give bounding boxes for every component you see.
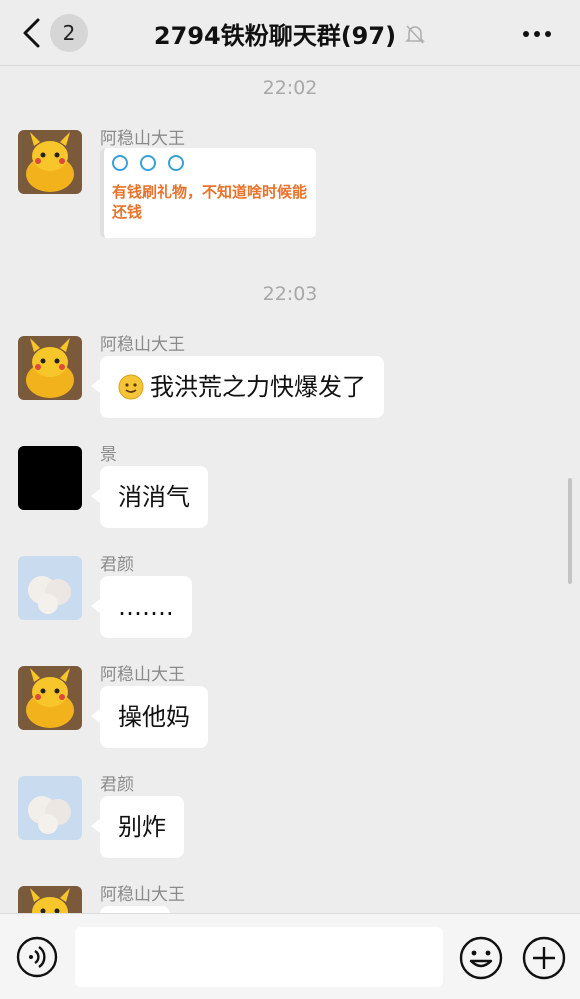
message-item: 阿稳山大王 有钱刷礼物，不知道啥时候能还钱 xyxy=(18,129,558,250)
avatar[interactable] xyxy=(18,666,82,730)
sender-name: 阿稳山大王 xyxy=(100,129,185,149)
sender-name: 景 xyxy=(100,445,117,465)
gift-icon xyxy=(168,155,184,171)
page-title: 2794铁粉聊天群(97) xyxy=(153,22,397,50)
input-bar xyxy=(0,913,580,999)
voice-icon[interactable] xyxy=(16,936,58,978)
avatar[interactable] xyxy=(18,130,82,194)
message-text: 操他妈 xyxy=(118,703,190,731)
sender-name: 阿稳山大王 xyxy=(100,335,185,355)
message-bubble[interactable]: 别炸 xyxy=(91,796,184,858)
chat-area[interactable]: 22:02 阿稳山大王 有钱刷礼物，不知道啥时候能还钱 22:03 阿稳山大王 … xyxy=(0,67,580,913)
message-bubble[interactable]: ……. xyxy=(91,576,192,638)
timestamp: 22:03 xyxy=(262,283,318,305)
avatar[interactable] xyxy=(18,556,82,620)
smile-emoji-icon xyxy=(118,374,144,400)
message-item: 阿稳山大王 我洪荒之力快爆发了 xyxy=(18,335,558,426)
smile-icon xyxy=(140,155,156,171)
message-bubble[interactable] xyxy=(100,906,170,913)
message-text: 我洪荒之力快爆发了 xyxy=(150,373,366,401)
message-text: 消消气 xyxy=(118,483,190,511)
more-dots-icon[interactable] xyxy=(522,30,552,38)
message-item: 君颜 别炸 xyxy=(18,775,558,866)
sender-name: 阿稳山大王 xyxy=(100,885,185,905)
message-item: 阿稳山大王 xyxy=(18,885,558,913)
sender-name: 君颜 xyxy=(100,775,134,795)
message-text: 别炸 xyxy=(118,813,166,841)
page-title-wrap: 2794铁粉聊天群(97) xyxy=(0,16,580,51)
avatar[interactable] xyxy=(18,446,82,510)
message-item: 阿稳山大王 操他妈 xyxy=(18,665,558,756)
avatar[interactable] xyxy=(18,886,82,913)
message-bubble[interactable]: 我洪荒之力快爆发了 xyxy=(91,356,384,418)
message-item: 景 消消气 xyxy=(18,445,558,536)
message-item: 君颜 ……. xyxy=(18,555,558,646)
message-text: ……. xyxy=(118,593,174,621)
image-toolbar-icons xyxy=(112,154,308,172)
scrollbar[interactable] xyxy=(568,478,572,584)
emoji-icon[interactable] xyxy=(459,936,503,980)
avatar[interactable] xyxy=(18,776,82,840)
sender-name: 阿稳山大王 xyxy=(100,665,185,685)
plus-icon[interactable] xyxy=(522,936,566,980)
image-message[interactable]: 有钱刷礼物，不知道啥时候能还钱 xyxy=(100,148,316,238)
avatar[interactable] xyxy=(18,336,82,400)
message-input[interactable] xyxy=(75,927,443,987)
message-bubble[interactable]: 操他妈 xyxy=(91,686,208,748)
top-bar: 2 2794铁粉聊天群(97) xyxy=(0,0,580,66)
chat-icon xyxy=(112,155,128,171)
sender-name: 君颜 xyxy=(100,555,134,575)
timestamp: 22:02 xyxy=(262,77,318,99)
image-caption: 有钱刷礼物，不知道啥时候能还钱 xyxy=(112,183,308,221)
message-bubble[interactable]: 消消气 xyxy=(91,466,208,528)
mute-bell-icon xyxy=(405,24,425,44)
